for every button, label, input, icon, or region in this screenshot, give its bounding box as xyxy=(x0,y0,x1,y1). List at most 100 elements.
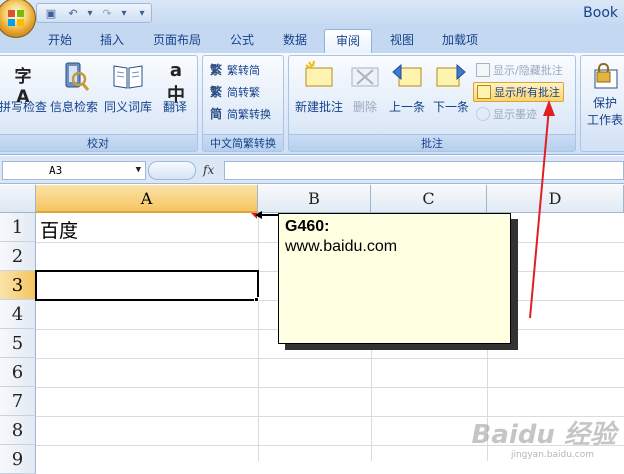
baidu-watermark-logo: Baidu 经验 xyxy=(471,420,616,450)
chinese-conversion-group-label: 中文简繁转换 xyxy=(203,134,283,151)
row-header-7[interactable]: 7 xyxy=(0,387,36,416)
quick-access-toolbar: ▣ ↶ ▾ ↷ ▾ ▾ xyxy=(36,3,152,23)
research-label: 信息检索 xyxy=(49,100,98,114)
comment-author: G460: xyxy=(285,218,330,235)
thesaurus-button[interactable]: 同义词库 xyxy=(103,60,153,115)
save-icon[interactable]: ▣ xyxy=(41,5,61,21)
select-all-button[interactable] xyxy=(0,185,36,213)
translate-button[interactable]: a中 翻译 xyxy=(155,60,195,115)
new-comment-button[interactable]: 新建批注 xyxy=(291,60,347,115)
research-icon xyxy=(58,60,90,92)
row-header-1[interactable]: 1 xyxy=(0,213,36,242)
next-comment-button[interactable]: 下一条 xyxy=(429,60,473,115)
tab-insert[interactable]: 插入 xyxy=(92,29,132,53)
redo-icon[interactable]: ↷ xyxy=(97,5,117,21)
show-hide-comment-icon xyxy=(476,63,490,77)
spell-check-button[interactable]: 字A 拼写检查 xyxy=(0,60,47,115)
name-box-value: A3 xyxy=(49,164,63,177)
formula-bar: A3 ▼ fx xyxy=(0,156,624,184)
previous-comment-icon xyxy=(391,60,423,92)
protect-sheet-label-2: 工作表 xyxy=(586,113,623,127)
convert-icon: 简 xyxy=(210,107,223,121)
delete-comment-button[interactable]: 删除 xyxy=(347,60,383,115)
tab-view[interactable]: 视图 xyxy=(382,29,422,53)
research-button[interactable]: 信息检索 xyxy=(49,60,99,115)
row-header-9[interactable]: 9 xyxy=(0,445,36,474)
show-ink-icon xyxy=(476,107,490,121)
comments-group-label: 批注 xyxy=(289,134,575,151)
title-bar: ▣ ↶ ▾ ↷ ▾ ▾ Book xyxy=(0,0,624,38)
office-logo-icon xyxy=(8,10,24,26)
show-hide-comment-label: 显示/隐藏批注 xyxy=(493,64,563,77)
tab-formulas[interactable]: 公式 xyxy=(222,29,262,53)
protect-sheet-icon xyxy=(589,60,621,92)
undo-dropdown-icon[interactable]: ▾ xyxy=(85,8,95,19)
chinese-conversion-button[interactable]: 简 简繁转换 xyxy=(207,104,274,124)
row-header-5[interactable]: 5 xyxy=(0,329,36,358)
traditional-to-simplified-label: 繁转简 xyxy=(227,64,260,77)
comment-text: www.baidu.com xyxy=(285,238,398,255)
chinese-conversion-group: 繁 繁转简 繁 简转繁 简 简繁转换 中文简繁转换 xyxy=(202,55,284,152)
thesaurus-label: 同义词库 xyxy=(103,100,152,114)
translate-icon: a中 xyxy=(167,60,185,106)
gridline xyxy=(36,387,624,388)
proofing-group-label: 校对 xyxy=(0,134,197,151)
formula-bar-splitter[interactable] xyxy=(148,161,196,180)
active-cell-a3[interactable] xyxy=(35,270,259,301)
row-header-2[interactable]: 2 xyxy=(0,242,36,271)
name-box-dropdown-icon[interactable]: ▼ xyxy=(136,162,141,179)
comments-group: 新建批注 删除 上一条 下一条 显示/隐藏批注 显示所有批注 显示墨迹 批注 xyxy=(288,55,576,152)
comment-box[interactable]: G460: www.baidu.com xyxy=(278,213,511,344)
cell-a1[interactable]: 百度 xyxy=(40,216,78,243)
show-all-comments-label: 显示所有批注 xyxy=(494,86,560,99)
tab-review[interactable]: 审阅 xyxy=(324,29,372,53)
show-ink-button[interactable]: 显示墨迹 xyxy=(473,104,540,124)
simplified-to-traditional-button[interactable]: 繁 简转繁 xyxy=(207,82,263,102)
customize-qat-icon[interactable]: ▾ xyxy=(137,8,147,19)
thesaurus-icon xyxy=(112,60,144,92)
gridline xyxy=(36,358,624,359)
changes-group: 保护 工作表 xyxy=(580,55,624,152)
fill-handle[interactable] xyxy=(254,297,259,302)
tab-home[interactable]: 开始 xyxy=(42,29,78,53)
column-header-b[interactable]: B xyxy=(258,185,371,213)
undo-icon[interactable]: ↶ xyxy=(63,5,83,21)
protect-sheet-label: 保护 xyxy=(592,96,617,110)
name-box[interactable]: A3 ▼ xyxy=(2,161,146,180)
previous-comment-button[interactable]: 上一条 xyxy=(385,60,429,115)
fan-jian-icon: 繁 xyxy=(210,63,223,77)
insert-function-icon[interactable]: fx xyxy=(203,163,214,177)
new-comment-label: 新建批注 xyxy=(294,100,343,114)
spell-check-icon: 字A xyxy=(14,67,32,107)
show-ink-label: 显示墨迹 xyxy=(493,108,537,121)
tab-addins[interactable]: 加载项 xyxy=(434,29,486,53)
show-all-comments-button[interactable]: 显示所有批注 xyxy=(473,82,564,102)
redo-dropdown-icon[interactable]: ▾ xyxy=(119,8,129,19)
row-header-6[interactable]: 6 xyxy=(0,358,36,387)
next-comment-label: 下一条 xyxy=(432,100,469,114)
column-header-a[interactable]: A xyxy=(36,185,258,213)
simplified-to-traditional-label: 简转繁 xyxy=(227,86,260,99)
column-header-c[interactable]: C xyxy=(371,185,487,213)
row-header-4[interactable]: 4 xyxy=(0,300,36,329)
row-header-8[interactable]: 8 xyxy=(0,416,36,445)
previous-comment-label: 上一条 xyxy=(388,100,425,114)
window-title: Book xyxy=(583,5,618,21)
protect-sheet-button[interactable]: 保护 工作表 xyxy=(583,60,624,128)
next-comment-icon xyxy=(435,60,467,92)
show-all-comments-icon xyxy=(477,85,491,99)
chinese-conversion-label: 简繁转换 xyxy=(227,108,271,121)
traditional-to-simplified-button[interactable]: 繁 繁转简 xyxy=(207,60,263,80)
row-header-3[interactable]: 3 xyxy=(0,271,36,300)
column-header-d[interactable]: D xyxy=(487,185,624,213)
tab-page-layout[interactable]: 页面布局 xyxy=(146,29,208,53)
delete-comment-label: 删除 xyxy=(352,100,377,114)
comment-connector-line xyxy=(258,214,280,216)
tab-data[interactable]: 数据 xyxy=(275,29,315,53)
formula-input[interactable] xyxy=(224,161,624,180)
proofing-group: 字A 拼写检查 信息检索 同义词库 a中 翻译 校对 xyxy=(0,55,198,152)
new-comment-icon xyxy=(303,60,335,92)
ribbon: 字A 拼写检查 信息检索 同义词库 a中 翻译 校对 繁 繁转简 繁 简转繁 简… xyxy=(0,53,624,155)
show-hide-comment-button[interactable]: 显示/隐藏批注 xyxy=(473,60,566,80)
ribbon-tabs: 开始 插入 页面布局 公式 数据 审阅 视图 加载项 xyxy=(0,27,624,53)
